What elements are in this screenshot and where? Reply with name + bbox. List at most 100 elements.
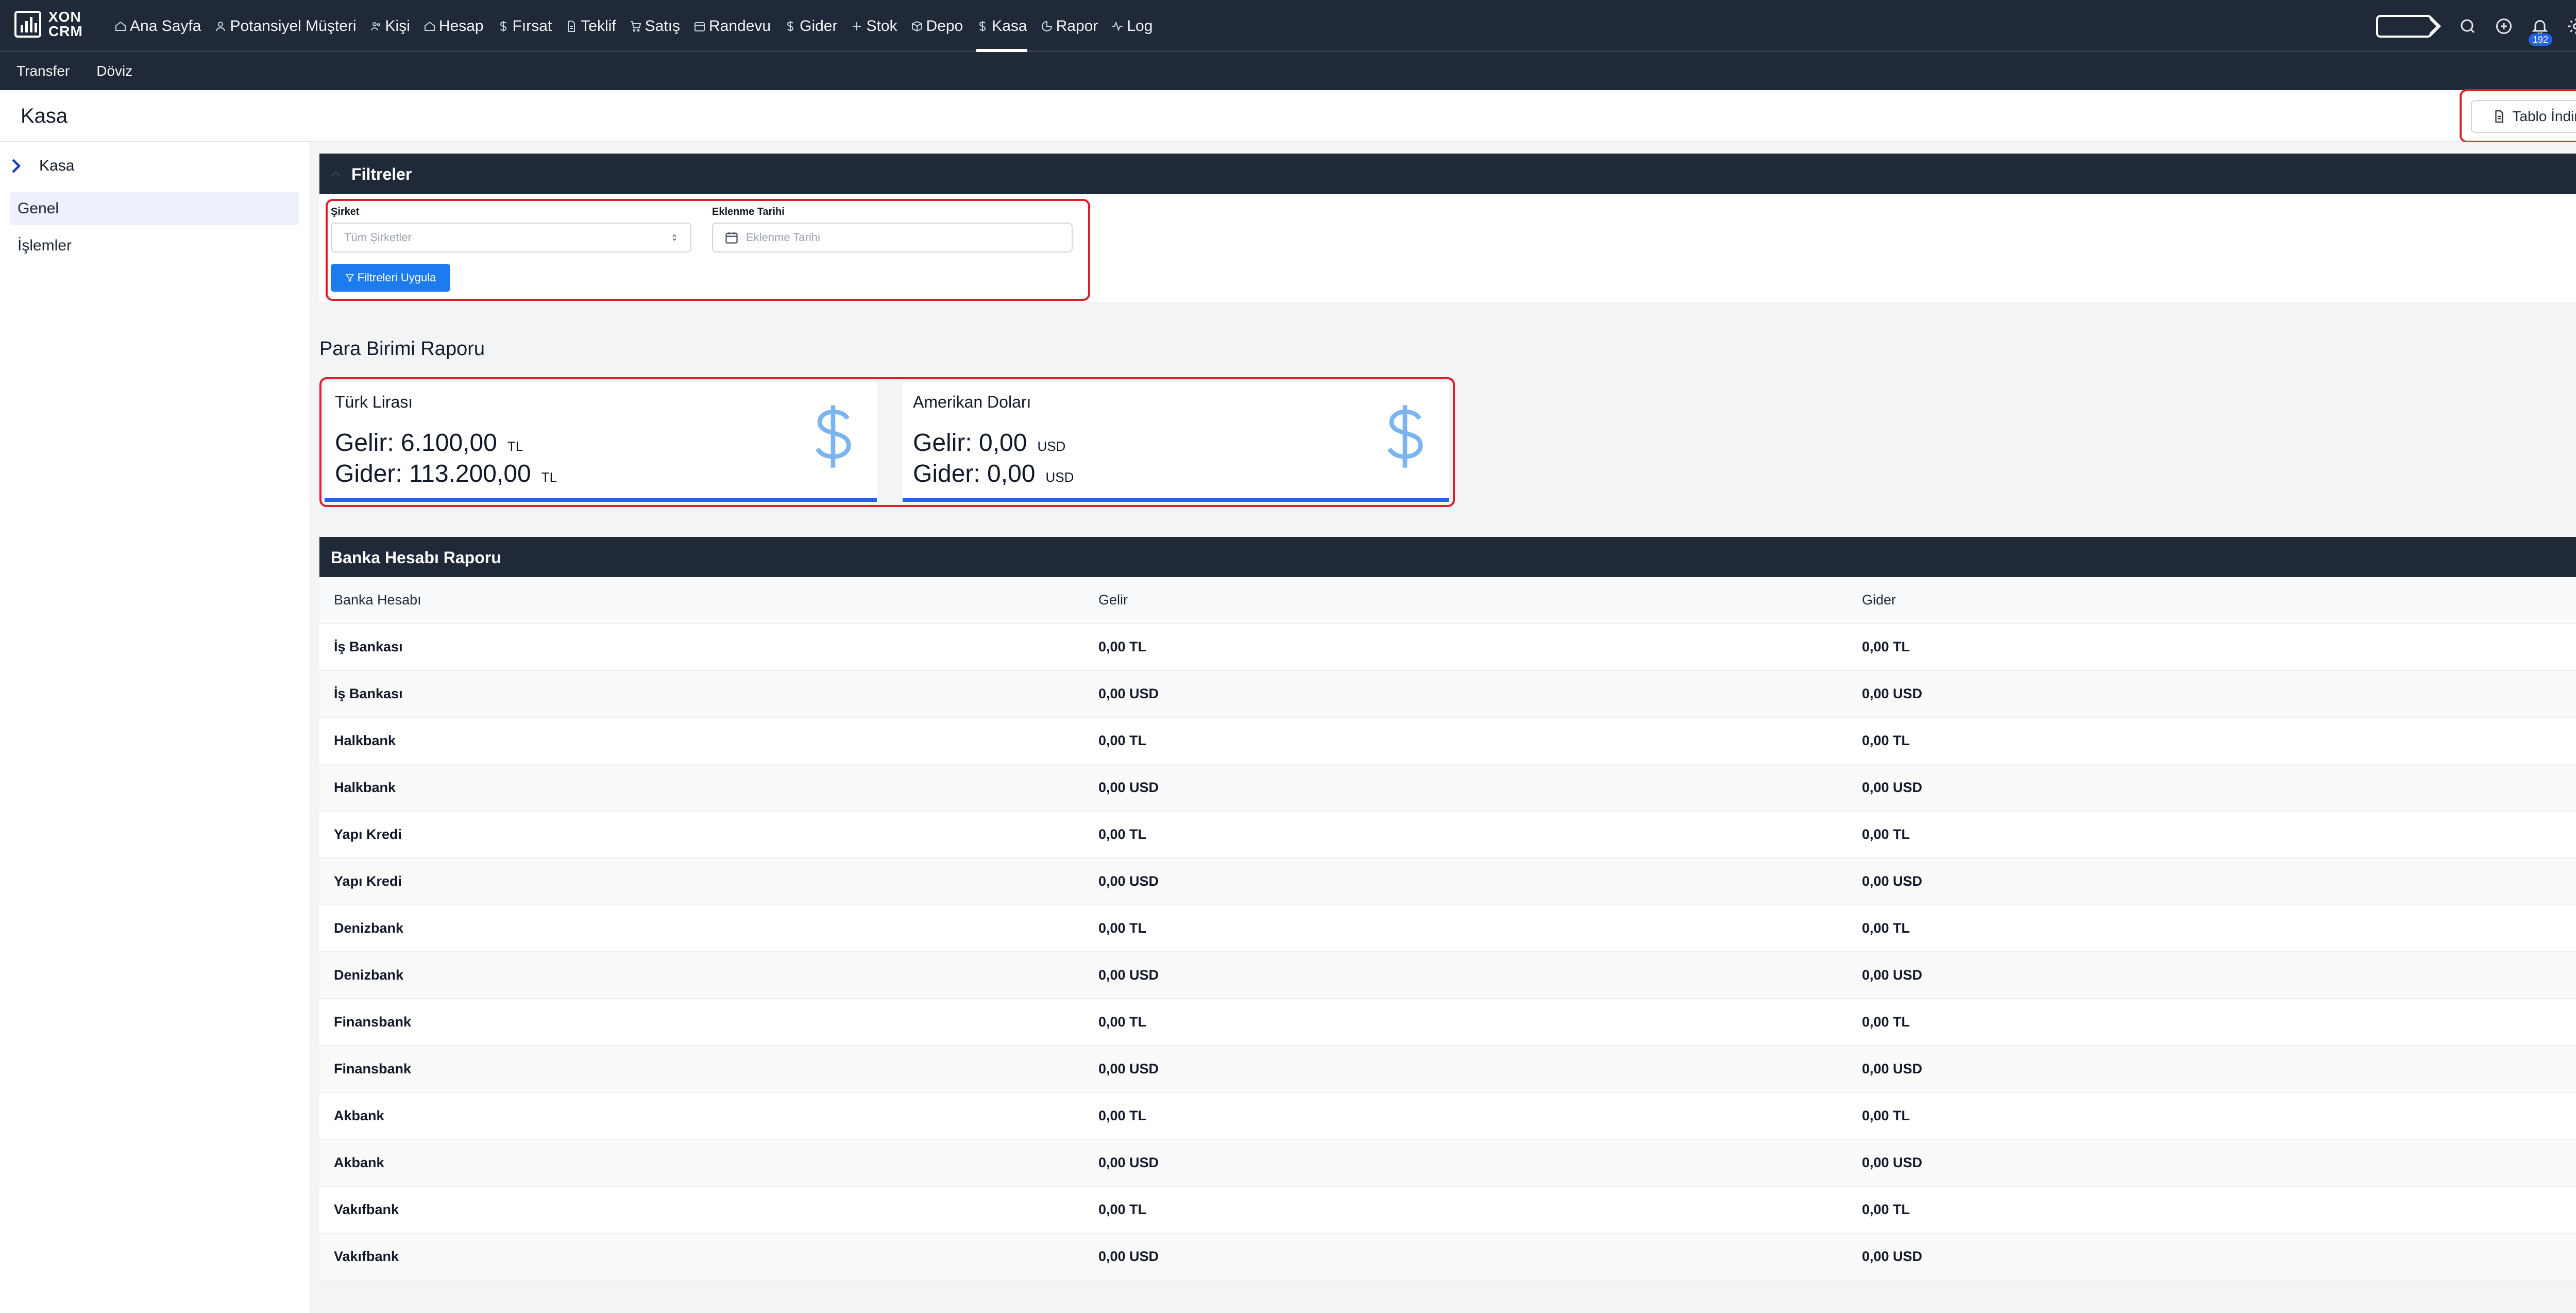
table-row: Akbank 0,00 TL 0,00 TL — [319, 1093, 2576, 1140]
main-nav: Ana Sayfa Potansiyel Müşteri Kişi Hesap Fırs… — [114, 0, 1166, 52]
box-icon — [911, 20, 923, 32]
nav-item-label: Randevu — [709, 17, 771, 35]
nav-item-label: Fırsat — [512, 17, 552, 35]
income-cell: 0,00 TL — [1098, 733, 1147, 748]
notification-badge: 192 — [2529, 33, 2553, 46]
filters-header[interactable]: Filtreler — [319, 154, 2576, 195]
activity-icon — [1111, 20, 1124, 32]
date-input-placeholder: Eklenme Tarihi — [746, 231, 820, 244]
nav-item-stok[interactable]: Stok — [851, 0, 897, 52]
expense-cell: 0,00 TL — [1862, 733, 1910, 748]
expense-cell: 0,00 USD — [1862, 1155, 1923, 1170]
nav-item-kişi[interactable]: Kişi — [370, 0, 410, 52]
cart-icon — [630, 20, 642, 32]
chevron-right-icon — [12, 159, 21, 173]
subnav-transfer[interactable]: Transfer — [16, 63, 70, 79]
income-cell: 0,00 USD — [1098, 1155, 1159, 1170]
date-input[interactable]: Eklenme Tarihi — [712, 223, 1073, 252]
table-row: Yapı Kredi 0,00 USD 0,00 USD — [319, 858, 2576, 905]
bank-name-cell: Yapı Kredi — [334, 873, 402, 889]
apply-filters-button[interactable]: Filtreleri Uygula — [331, 264, 450, 292]
select-arrows-icon — [672, 234, 676, 241]
nav-item-label: Rapor — [1056, 17, 1098, 35]
sidebar-heading[interactable]: Kasa — [10, 157, 74, 175]
sidebar-item-label: İşlemler — [18, 237, 72, 254]
income-cell: 0,00 TL — [1098, 639, 1147, 654]
table-row: Halkbank 0,00 TL 0,00 TL — [319, 718, 2576, 765]
company-label: Şirket — [331, 206, 360, 217]
bank-name-cell: Denizbank — [334, 920, 404, 936]
expense-cell: 0,00 TL — [1862, 1014, 1910, 1030]
bank-name-cell: Vakıfbank — [334, 1202, 399, 1217]
sub-navbar: Transfer Döviz — [0, 52, 2576, 90]
search-icon[interactable] — [2458, 16, 2478, 37]
income-cell: 0,00 USD — [1098, 780, 1159, 795]
table-row: Vakıfbank 0,00 TL 0,00 TL — [319, 1187, 2576, 1234]
apply-filters-label: Filtreleri Uygula — [357, 271, 436, 284]
navbar-actions: 192 — [2376, 0, 2576, 52]
company-select-value: Tüm Şirketler — [344, 231, 412, 244]
bank-report-title: Banka Hesabı Raporu — [331, 548, 501, 567]
bank-name-cell: İş Bankası — [334, 639, 403, 654]
expense-cell: 0,00 USD — [1862, 873, 1923, 889]
table-row: Vakıfbank 0,00 USD 0,00 USD — [319, 1234, 2576, 1281]
logo-text: XON CRM — [48, 9, 83, 39]
users-icon — [370, 20, 382, 32]
app-logo[interactable]: XON CRM — [14, 7, 83, 41]
nav-item-kasa[interactable]: Kasa — [976, 0, 1028, 52]
nav-item-label: Teklif — [581, 17, 616, 35]
expense-cell: 0,00 TL — [1862, 1108, 1910, 1123]
nav-item-ana-sayfa[interactable]: Ana Sayfa — [114, 0, 201, 52]
nav-item-label: Kişi — [385, 17, 410, 35]
plus-icon — [851, 20, 863, 32]
bell-icon[interactable]: 192 — [2529, 16, 2553, 46]
sidebar-item-genel[interactable]: Genel — [10, 192, 299, 225]
logo-chart-icon — [14, 11, 41, 38]
bank-name-cell: Finansbank — [334, 1014, 412, 1030]
income-cell: 0,00 USD — [1098, 967, 1159, 983]
nav-item-label: Ana Sayfa — [130, 17, 201, 35]
dollar-icon — [497, 20, 510, 32]
nav-item-randevu[interactable]: Randevu — [693, 0, 771, 52]
bank-name-cell: Halkbank — [334, 733, 396, 748]
nav-item-log[interactable]: Log — [1111, 0, 1153, 52]
expense-cell: 0,00 USD — [1862, 686, 1923, 701]
nav-item-potansiyel-müşteri[interactable]: Potansiyel Müşteri — [214, 0, 357, 52]
dollar-icon — [976, 20, 989, 32]
arrow-shape-button[interactable] — [2376, 14, 2441, 38]
add-circle-icon[interactable] — [2494, 16, 2514, 37]
bank-name-cell: Halkbank — [334, 780, 396, 795]
home-icon — [114, 20, 127, 32]
gear-icon[interactable] — [2566, 16, 2576, 37]
nav-item-rapor[interactable]: Rapor — [1041, 0, 1098, 52]
currency-name: Türk Lirası — [335, 393, 413, 411]
subnav-doviz[interactable]: Döviz — [96, 63, 132, 79]
nav-item-hesap[interactable]: Hesap — [423, 0, 484, 52]
nav-item-satış[interactable]: Satış — [630, 0, 680, 52]
bank-name-cell: Yapı Kredi — [334, 827, 402, 842]
column-header: Gider — [1862, 592, 1896, 608]
download-table-button[interactable]: Tablo İndir — [2471, 100, 2576, 133]
nav-item-fırsat[interactable]: Fırsat — [497, 0, 552, 52]
nav-item-teklif[interactable]: Teklif — [565, 0, 616, 52]
sidebar: Kasa Genel İşlemler — [0, 142, 309, 1313]
expense-value: Gider: 0,00 USD — [913, 460, 1074, 487]
company-select[interactable]: Tüm Şirketler — [331, 223, 691, 252]
table-row: İş Bankası 0,00 USD 0,00 USD — [319, 671, 2576, 718]
download-table-label: Tablo İndir — [2512, 108, 2576, 124]
nav-item-label: Depo — [926, 17, 963, 35]
top-navbar: XON CRM Ana Sayfa Potansiyel Müşteri Kişi He… — [0, 0, 2576, 52]
table-header-row: Banka Hesabı Gelir Gider — [319, 577, 2576, 624]
bank-name-cell: Finansbank — [334, 1061, 412, 1076]
table-row: İş Bankası 0,00 TL 0,00 TL — [319, 624, 2576, 671]
expense-cell: 0,00 TL — [1862, 827, 1910, 842]
nav-item-gider[interactable]: Gider — [784, 0, 837, 52]
nav-item-label: Stok — [866, 17, 897, 35]
nav-item-label: Potansiyel Müşteri — [230, 17, 357, 35]
nav-item-depo[interactable]: Depo — [911, 0, 963, 52]
expense-cell: 0,00 USD — [1862, 1249, 1923, 1264]
pie-chart-icon — [1041, 20, 1053, 32]
sidebar-item-islemler[interactable]: İşlemler — [10, 229, 299, 262]
bank-name-cell: Denizbank — [334, 967, 404, 983]
bank-name-cell: Vakıfbank — [334, 1249, 399, 1264]
